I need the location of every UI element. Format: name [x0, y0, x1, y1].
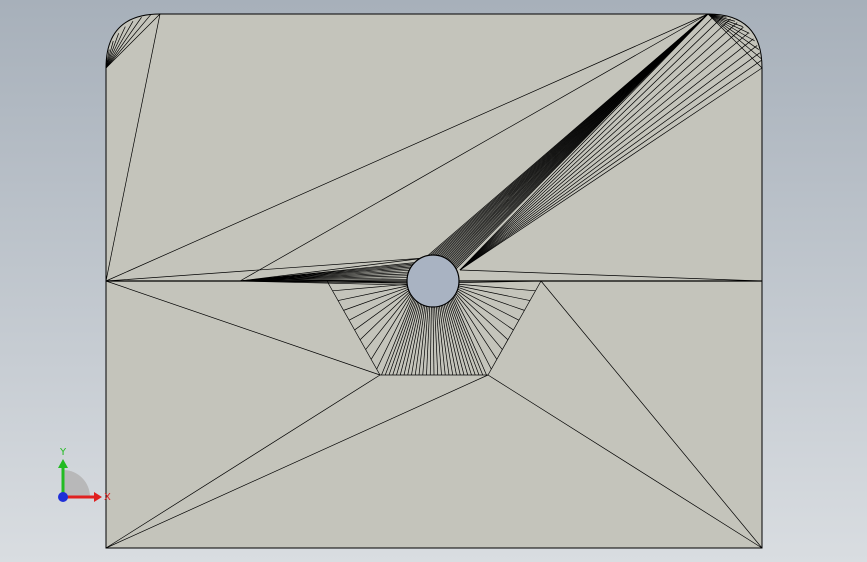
central-hole[interactable] [406, 254, 460, 308]
triad-x-label: X [104, 492, 111, 503]
triad-y-label: Y [59, 447, 67, 458]
graphics-viewport[interactable]: X Y [0, 0, 867, 562]
